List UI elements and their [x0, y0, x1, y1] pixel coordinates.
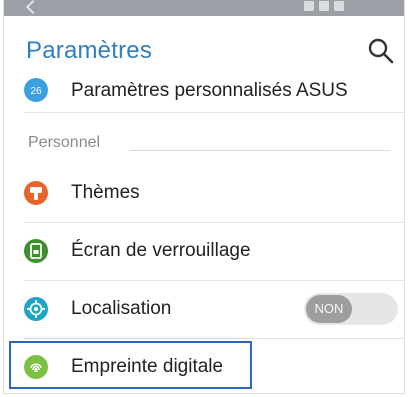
status-bar — [4, 0, 404, 16]
lock-screen-icon — [24, 239, 48, 263]
status-icons — [304, 1, 344, 13]
toggle-state: NON — [306, 295, 352, 323]
divider — [24, 112, 404, 113]
themes-icon — [24, 181, 48, 205]
fingerprint-icon — [24, 355, 48, 379]
settings-item-label: Paramètres personnalisés ASUS — [71, 80, 348, 101]
settings-item-fingerprint[interactable]: Empreinte digitale — [4, 339, 404, 393]
settings-item-label: Localisation — [71, 298, 172, 319]
settings-item-label: Thèmes — [71, 182, 140, 203]
svg-text:26: 26 — [30, 86, 42, 97]
location-icon — [24, 297, 48, 321]
settings-item-themes[interactable]: Thèmes — [4, 165, 404, 221]
settings-item-lock-screen[interactable]: Écran de verrouillage — [4, 223, 404, 279]
search-icon[interactable] — [366, 36, 396, 66]
settings-item-label: Empreinte digitale — [71, 356, 224, 377]
location-toggle[interactable]: NON — [304, 293, 398, 325]
page-title: Paramètres — [26, 37, 153, 64]
settings-item-asus[interactable]: 26 Paramètres personnalisés ASUS — [4, 66, 404, 108]
asus-settings-icon: 26 — [24, 78, 48, 102]
settings-item-location[interactable]: Localisation NON — [4, 281, 404, 337]
settings-item-label: Écran de verrouillage — [71, 240, 251, 261]
section-header-personnel: Personnel — [28, 134, 101, 151]
settings-screen: Paramètres 26 Paramètres personnalisés A… — [3, 0, 405, 394]
section-rule — [129, 150, 390, 151]
status-back-glyph — [25, 0, 41, 15]
